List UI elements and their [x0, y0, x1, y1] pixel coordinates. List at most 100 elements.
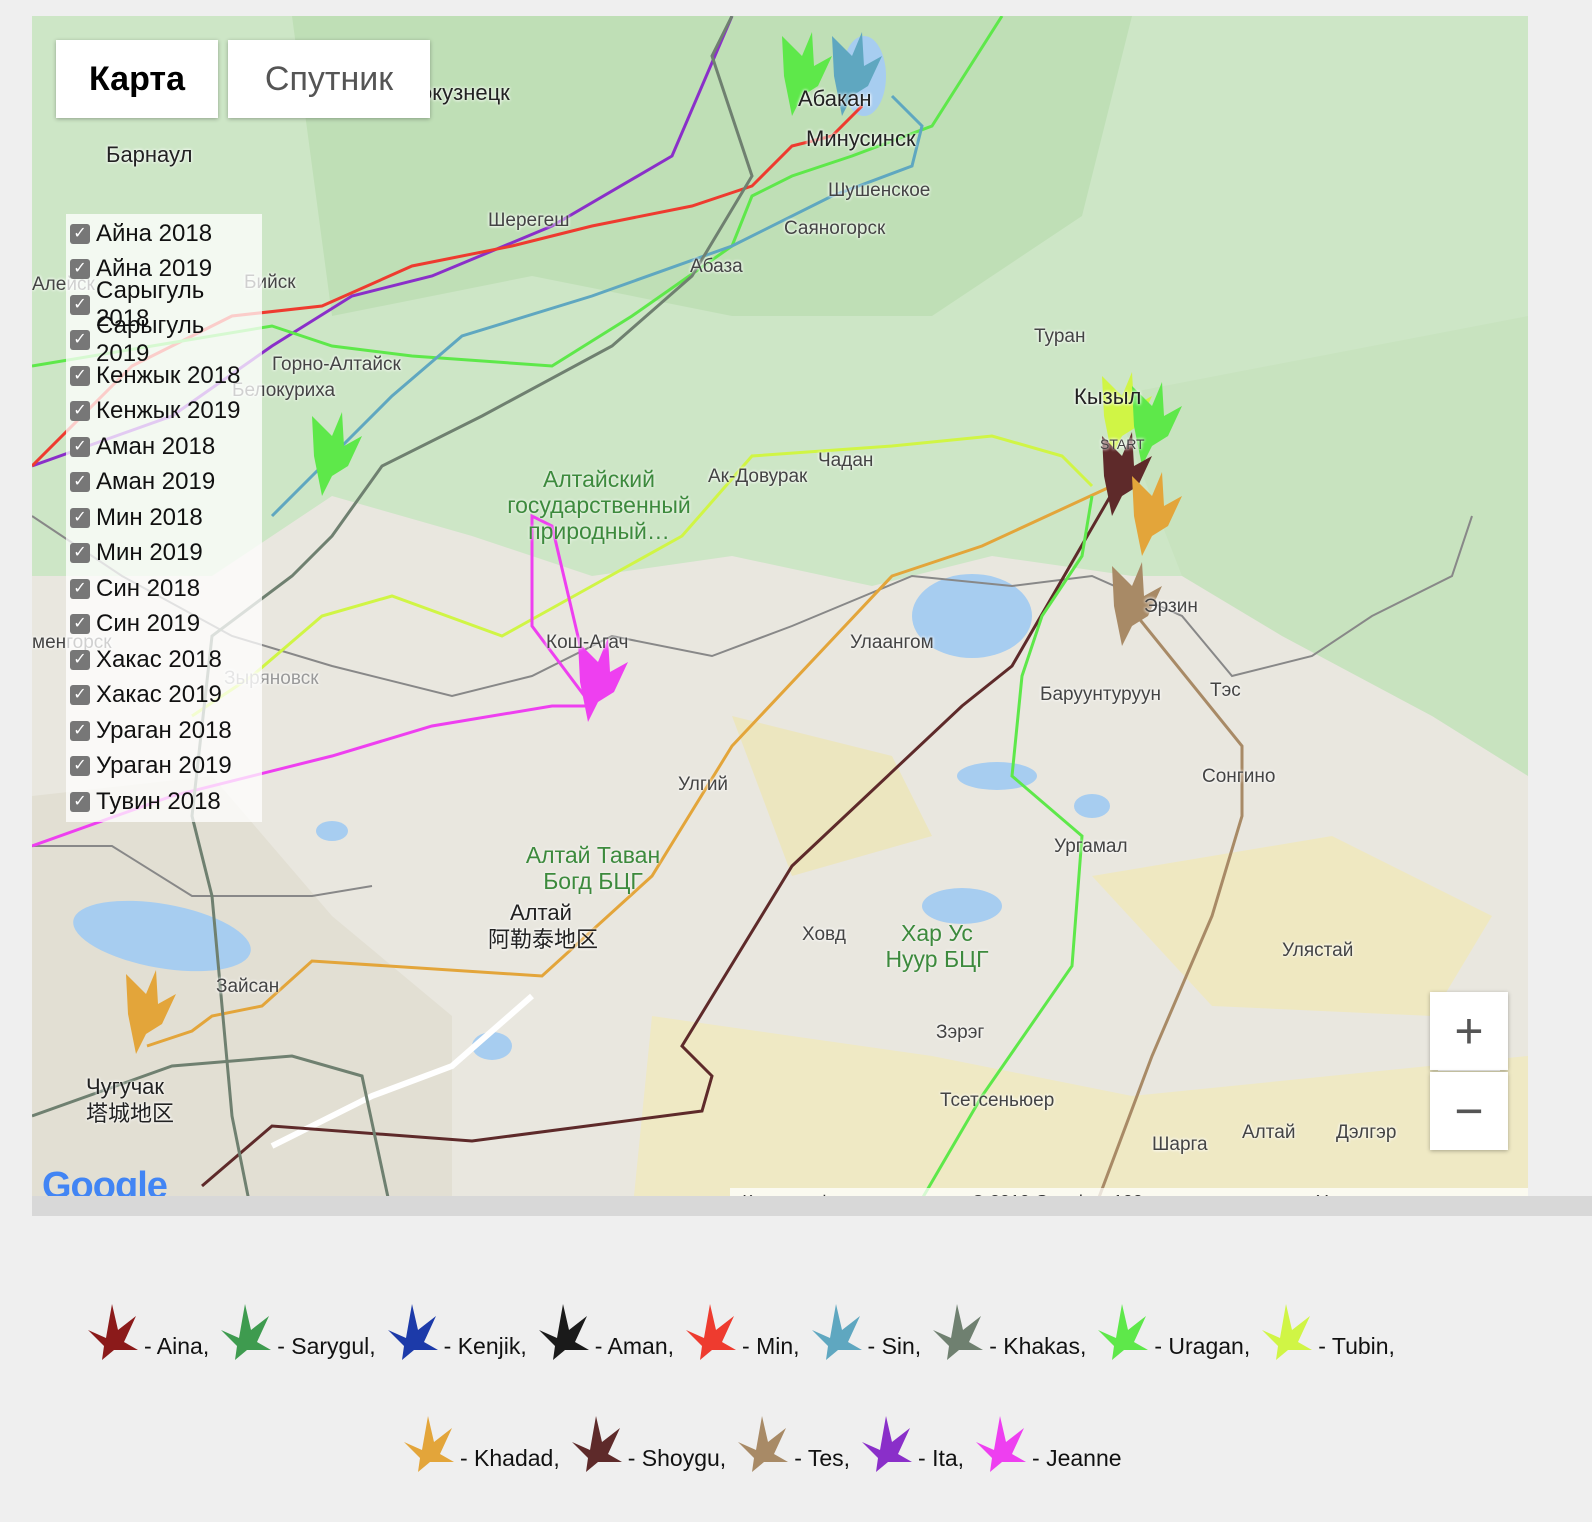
bird-key-item: - Khakas, — [929, 1300, 1086, 1362]
bird-key-label: - Aina, — [144, 1333, 210, 1359]
place-label: Саяногорск — [784, 218, 886, 239]
bird-key-row: - Khadad, - Shoygu, - Tes, - Ita, - Jeanne — [400, 1412, 1130, 1474]
bird-key-item: - Jeanne — [972, 1412, 1122, 1474]
bird-icon — [221, 1304, 272, 1360]
bird-key-label: - Aman, — [594, 1333, 675, 1359]
legend-item[interactable]: ✓ Хакас 2019 — [66, 678, 262, 714]
legend-item[interactable]: ✓ Айна 2018 — [66, 216, 262, 252]
checkbox-icon[interactable]: ✓ — [70, 756, 90, 777]
legend-item[interactable]: ✓ Хакас 2018 — [66, 642, 262, 678]
place-label: Барнаул — [106, 142, 193, 167]
bird-icon — [686, 1304, 737, 1360]
bird-key-item: - Min, — [682, 1300, 800, 1362]
map-type-map-button[interactable]: Карта — [56, 40, 218, 118]
map-canvas[interactable]: окузнецк Абакан Минусинск Барнаул Шушенс… — [32, 16, 1528, 1216]
zoom-out-button[interactable]: − — [1430, 1072, 1508, 1150]
legend-item[interactable]: ✓ Ураган 2018 — [66, 713, 262, 749]
place-label: Минусинск — [806, 126, 916, 151]
legend-label: Син 2018 — [96, 574, 201, 602]
place-label: Ак-Довурак — [708, 466, 808, 487]
bird-key-item: - Aman, — [535, 1300, 674, 1362]
legend-item[interactable]: ✓ Кенжык 2018 — [66, 358, 262, 394]
bird-key-label: - Sarygul, — [277, 1333, 376, 1359]
place-label: Дэлгэр — [1336, 1122, 1397, 1143]
legend-label: Айна 2018 — [96, 219, 213, 247]
bird-key-label: - Min, — [742, 1333, 800, 1359]
place-label: 阿勒泰地区 — [488, 927, 599, 952]
bird-icon — [862, 1416, 913, 1472]
bird-icon — [404, 1416, 454, 1472]
park-label: Хар Ус Нуур БЦГ — [885, 920, 989, 972]
legend-label: Син 2019 — [96, 610, 201, 638]
place-label: Зэрэг — [936, 1022, 985, 1043]
legend-item[interactable]: ✓ Мин 2019 — [66, 536, 262, 572]
place-label: Улястай — [1282, 940, 1354, 961]
legend-item[interactable]: ✓ Сарыгуль 2019 — [66, 312, 262, 367]
legend-item[interactable]: ✓ Аман 2018 — [66, 429, 262, 465]
checkbox-icon[interactable]: ✓ — [70, 436, 90, 457]
bird-key-item: - Khadad, — [400, 1412, 560, 1474]
checkbox-icon[interactable]: ✓ — [70, 365, 90, 386]
legend-label: Тувин 2018 — [96, 787, 221, 815]
place-label: Кош-Агач — [546, 632, 629, 653]
bird-key-item: - Tes, — [734, 1412, 850, 1474]
place-label: Зайсан — [216, 976, 280, 997]
legend-item[interactable]: ✓ Аман 2019 — [66, 465, 262, 501]
checkbox-icon[interactable]: ✓ — [70, 578, 90, 599]
zoom-in-button[interactable]: + — [1430, 992, 1508, 1070]
checkbox-icon[interactable]: ✓ — [70, 791, 90, 812]
bird-key-label: - Sin, — [867, 1333, 922, 1359]
legend-item[interactable]: ✓ Кенжык 2019 — [66, 394, 262, 430]
bird-key-label: - Kenjik, — [443, 1333, 527, 1359]
bird-icon — [933, 1304, 984, 1360]
checkbox-icon[interactable]: ✓ — [70, 543, 90, 564]
place-label: Баруунтуруун — [1040, 684, 1161, 705]
legend-label: Кенжык 2018 — [96, 361, 241, 389]
map-type-satellite-button[interactable]: Спутник — [228, 40, 430, 118]
place-label: Ховд — [802, 924, 846, 945]
legend-item[interactable]: ✓ Син 2019 — [66, 607, 262, 643]
checkbox-icon[interactable]: ✓ — [70, 649, 90, 670]
checkbox-icon[interactable]: ✓ — [70, 259, 90, 280]
legend-item[interactable]: ✓ Ураган 2019 — [66, 749, 262, 785]
checkbox-icon[interactable]: ✓ — [70, 223, 90, 244]
legend-label: Ураган 2019 — [96, 752, 232, 780]
checkbox-icon[interactable]: ✓ — [70, 614, 90, 635]
checkbox-icon[interactable]: ✓ — [70, 507, 90, 528]
place-label: Тэс — [1210, 680, 1241, 701]
place-label: Тсетсеньюер — [940, 1090, 1055, 1111]
checkbox-icon[interactable]: ✓ — [70, 401, 90, 422]
legend-item[interactable]: ✓ Тувин 2018 — [66, 784, 262, 820]
bird-key-label: - Ita, — [918, 1445, 965, 1471]
bird-key-label: - Uragan, — [1154, 1333, 1251, 1359]
place-label: Шарга — [1152, 1134, 1208, 1155]
place-label: Шерегеш — [488, 210, 570, 231]
place-label: Алтай — [1242, 1122, 1296, 1143]
checkbox-icon[interactable]: ✓ — [70, 685, 90, 706]
bird-key-item: - Uragan, — [1094, 1300, 1250, 1362]
checkbox-icon[interactable]: ✓ — [70, 330, 90, 351]
legend-item[interactable]: ✓ Мин 2018 — [66, 500, 262, 536]
bird-key-label: - Tes, — [794, 1445, 851, 1471]
bird-key-item: - Tubin, — [1258, 1300, 1395, 1362]
legend-label: Мин 2018 — [96, 503, 203, 531]
bird-key-row: - Aina, - Sarygul, - Kenjik, - Aman, - Min, -… — [84, 1300, 1403, 1362]
checkbox-icon[interactable]: ✓ — [70, 720, 90, 741]
bird-icon — [88, 1304, 138, 1360]
place-label: окузнецк — [420, 80, 510, 105]
checkbox-icon[interactable]: ✓ — [70, 294, 90, 315]
legend-label: Хакас 2019 — [96, 681, 222, 709]
place-label: Кызыл — [1074, 384, 1142, 409]
park-label: Алтай Таван Богд БЦГ — [525, 842, 661, 894]
bird-key-item: - Sin, — [808, 1300, 922, 1362]
legend-item[interactable]: ✓ Син 2018 — [66, 571, 262, 607]
legend-label: Кенжык 2019 — [96, 397, 241, 425]
place-label: Абакан — [798, 86, 872, 111]
bird-key-item: - Aina, — [84, 1300, 209, 1362]
checkbox-icon[interactable]: ✓ — [70, 472, 90, 493]
track-legend: ✓ Айна 2018 ✓ Айна 2019 ✓ Сарыгуль 2018 ✓ Сарыг… — [66, 214, 262, 822]
bird-icon — [387, 1304, 438, 1360]
bird-icon — [811, 1304, 862, 1360]
legend-label: Хакас 2018 — [96, 645, 222, 673]
place-label: Чадан — [818, 450, 874, 471]
